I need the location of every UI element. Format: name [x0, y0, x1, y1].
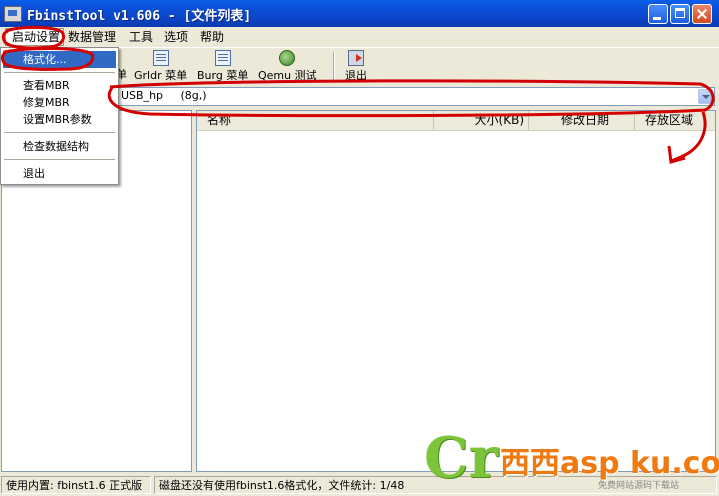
- app-icon[interactable]: [4, 6, 22, 22]
- file-list-header: 名称 大小(KB) 修改日期 存放区域: [197, 111, 715, 131]
- burg-menu-button[interactable]: Burg 菜单: [197, 50, 248, 83]
- status-builtin-version: 使用内置: fbinst1.6 正式版: [1, 476, 151, 494]
- menu-item-view-mbr[interactable]: 查看MBR: [3, 77, 116, 94]
- menu-item-set-mbr-params[interactable]: 设置MBR参数: [3, 111, 116, 128]
- file-list-panel[interactable]: 名称 大小(KB) 修改日期 存放区域: [196, 110, 716, 472]
- exit-button[interactable]: 退出: [345, 50, 367, 83]
- menu-item-format[interactable]: 格式化...: [3, 51, 116, 68]
- site-watermark: Cr 西西asp ku.com 免费网站源码下载站: [418, 428, 719, 496]
- watermark-logo-glyph: Cr: [424, 425, 499, 491]
- toolbar-separator: [333, 52, 335, 80]
- menu-boot-settings[interactable]: 启动设置: [5, 28, 65, 46]
- qemu-test-button[interactable]: Qemu 测试: [258, 50, 317, 83]
- menu-item-exit[interactable]: 退出: [3, 165, 116, 182]
- minimize-button[interactable]: [648, 4, 668, 24]
- qemu-test-label: Qemu 测试: [258, 69, 317, 82]
- column-storage-area[interactable]: 存放区域: [635, 111, 715, 130]
- fbinsttool-window: FbinstTool v1.606 - [文件列表] 启动设置 数据管理 工具 …: [0, 0, 719, 496]
- grldr-doc-icon: [152, 50, 169, 66]
- disk-select[interactable]: USB_hp (8g,): [116, 87, 715, 106]
- exit-door-icon: [348, 50, 364, 66]
- boot-settings-dropdown: 格式化... 查看MBR 修复MBR 设置MBR参数 检查数据结构 退出: [0, 47, 119, 185]
- menu-data-management[interactable]: 数据管理: [68, 29, 116, 45]
- window-title: FbinstTool v1.606 - [文件列表]: [27, 9, 252, 24]
- grldr-menu-label: Grldr 菜单: [134, 69, 188, 82]
- title-bar[interactable]: FbinstTool v1.606 - [文件列表]: [0, 0, 719, 27]
- close-button[interactable]: [692, 4, 712, 24]
- exit-label: 退出: [345, 69, 367, 82]
- qemu-icon: [279, 50, 296, 66]
- burg-doc-icon: [214, 50, 231, 66]
- column-modified-date[interactable]: 修改日期: [529, 111, 635, 130]
- column-name[interactable]: 名称: [197, 111, 434, 130]
- menu-help[interactable]: 帮助: [200, 29, 224, 45]
- watermark-tagline: 免费网站源码下载站: [598, 481, 680, 491]
- menu-options[interactable]: 选项: [164, 29, 188, 45]
- menu-item-check-structure[interactable]: 检查数据结构: [3, 138, 116, 155]
- menu-bar: 启动设置 数据管理 工具 选项 帮助: [0, 27, 719, 47]
- menu-separator: [4, 132, 115, 133]
- menu-separator: [4, 159, 115, 160]
- chevron-down-icon[interactable]: [698, 89, 713, 104]
- disk-select-value: USB_hp (8g,): [121, 89, 207, 102]
- maximize-button[interactable]: [670, 4, 690, 24]
- menu-item-repair-mbr[interactable]: 修复MBR: [3, 94, 116, 111]
- grldr-menu-button[interactable]: Grldr 菜单: [134, 50, 187, 83]
- column-size[interactable]: 大小(KB): [434, 111, 529, 130]
- burg-menu-label: Burg 菜单: [197, 69, 249, 82]
- menu-separator: [4, 72, 115, 73]
- menu-tools[interactable]: 工具: [129, 29, 153, 45]
- watermark-site-name: 西西asp ku.com: [500, 446, 719, 481]
